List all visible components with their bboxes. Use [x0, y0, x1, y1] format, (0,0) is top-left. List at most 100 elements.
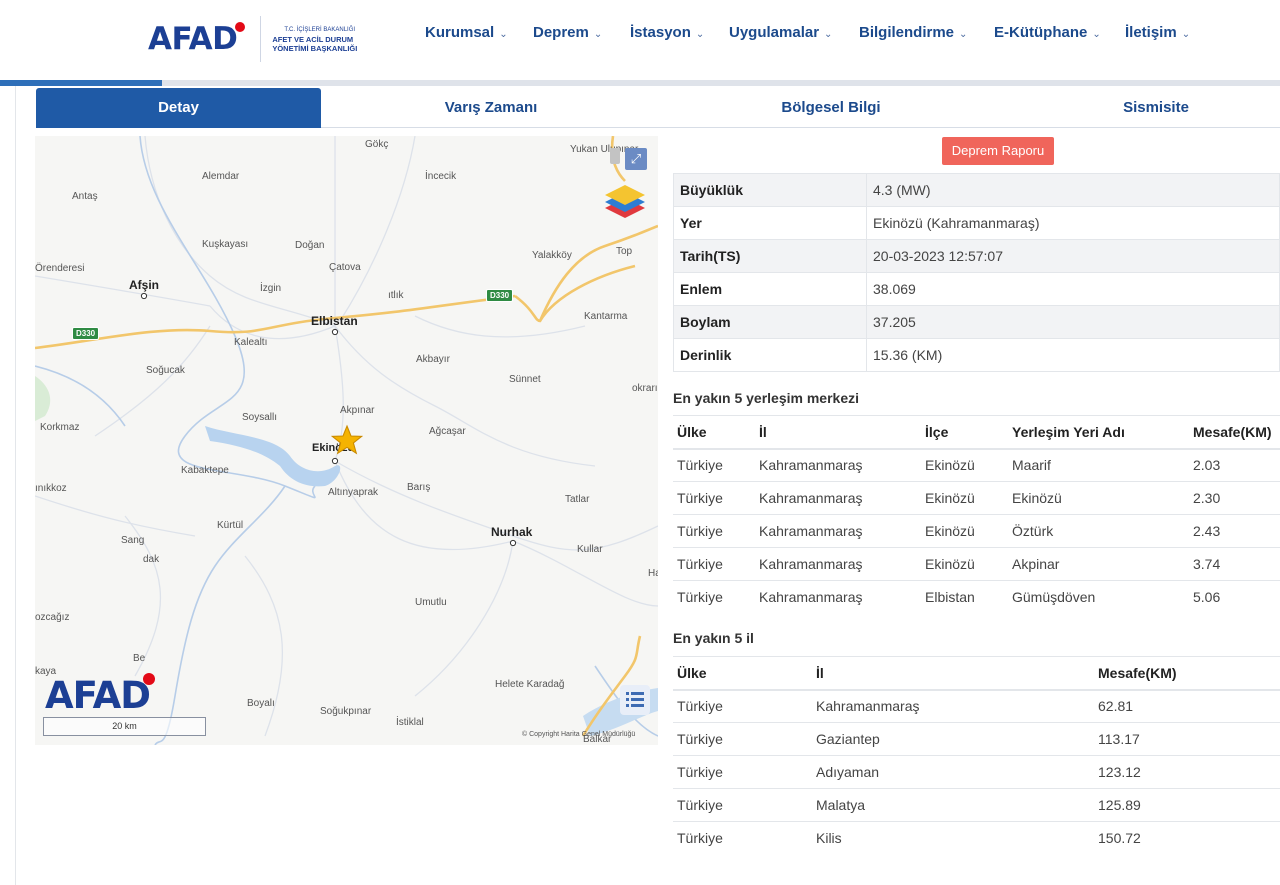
- table-cell: Kahramanmaraş: [755, 481, 921, 515]
- layers-icon[interactable]: [602, 182, 648, 224]
- site-header: AFAD T.C. İÇİŞLERİ BAKANLIĞI AFET VE ACİ…: [0, 0, 1280, 80]
- table-cell: 3.74: [1189, 547, 1280, 581]
- map-control-handle[interactable]: [610, 148, 620, 164]
- nav-item-e-kutuphane[interactable]: E-Kütüphane ⌄: [994, 24, 1101, 41]
- detail-row: Yer Ekinözü (Kahramanmaraş): [673, 206, 1280, 240]
- road-badge-d330: D330: [486, 289, 514, 302]
- table-row: Türkiye Kahramanmaraş Ekinözü Öztürk 2.43: [673, 514, 1280, 548]
- deprem-raporu-button[interactable]: Deprem Raporu: [942, 137, 1054, 165]
- nearest-settlements-table: Ülke İl İlçe Yerleşim Yeri Adı Mesafe(KM…: [673, 415, 1280, 614]
- table-cell: 150.72: [1094, 821, 1280, 855]
- table-cell: 2.30: [1189, 481, 1280, 515]
- nav-item-deprem[interactable]: Deprem ⌄: [533, 24, 602, 41]
- table-cell: Türkiye: [673, 481, 755, 515]
- table-cell: 113.17: [1094, 722, 1280, 756]
- table-cell: Ekinözü: [1008, 481, 1189, 515]
- map-scale-bar: 20 km: [43, 717, 206, 736]
- table-cell: Türkiye: [673, 448, 755, 482]
- detail-key: Yer: [673, 206, 867, 240]
- detail-key: Derinlik: [673, 338, 867, 372]
- table-cell: Malatya: [812, 788, 1094, 822]
- nav-label: Deprem: [533, 24, 589, 41]
- table-header-row: Ülke İl İlçe Yerleşim Yeri Adı Mesafe(KM…: [673, 415, 1280, 450]
- detail-row: Derinlik 15.36 (KM): [673, 338, 1280, 372]
- column-header: İl: [812, 656, 1094, 691]
- table-cell: Gümüşdöven: [1008, 580, 1189, 614]
- nav-item-istasyon[interactable]: İstasyon ⌄: [630, 24, 704, 41]
- table-cell: Türkiye: [673, 788, 812, 822]
- table-cell: 2.03: [1189, 448, 1280, 482]
- table-row: Türkiye Kahramanmaraş Ekinözü Maarif 2.03: [673, 448, 1280, 482]
- detail-value: 38.069: [866, 272, 1280, 306]
- tab-sismisite[interactable]: Sismisite: [1096, 88, 1216, 128]
- table-cell: 5.06: [1189, 580, 1280, 614]
- detail-row: Tarih(TS) 20-03-2023 12:57:07: [673, 239, 1280, 273]
- table-row: Türkiye Kilis 150.72: [673, 821, 1280, 855]
- table-cell: Ekinözü: [921, 481, 1008, 515]
- detail-tabs: Detay Varış Zamanı Bölgesel Bilgi Sismis…: [36, 88, 1280, 128]
- nav-label: Uygulamalar: [729, 24, 820, 41]
- table-cell: Kahramanmaraş: [755, 514, 921, 548]
- map-copyright: © Copyright Harita Genel Müdürlüğü: [522, 731, 636, 738]
- table-cell: Ekinözü: [921, 547, 1008, 581]
- detail-value: 4.3 (MW): [866, 173, 1280, 207]
- chevron-down-icon: ⌄: [824, 29, 833, 40]
- table-row: Türkiye Kahramanmaraş 62.81: [673, 689, 1280, 723]
- map-afad-watermark: AFAD: [45, 674, 151, 717]
- detail-key: Boylam: [673, 305, 867, 339]
- tab-detay[interactable]: Detay: [36, 88, 321, 128]
- legend-list-icon[interactable]: [620, 685, 650, 715]
- detail-value: 20-03-2023 12:57:07: [866, 239, 1280, 273]
- town-marker-afsin: [140, 292, 148, 300]
- nav-label: İletişim: [1125, 24, 1177, 41]
- table-cell: Gaziantep: [812, 722, 1094, 756]
- table-cell: 123.12: [1094, 755, 1280, 789]
- table-row: Türkiye Gaziantep 113.17: [673, 722, 1280, 756]
- detail-value: 37.205: [866, 305, 1280, 339]
- table-cell: Akpinar: [1008, 547, 1189, 581]
- header-accent-bar: [0, 80, 162, 86]
- table-cell: Türkiye: [673, 514, 755, 548]
- chevron-down-icon: ⌄: [959, 29, 968, 40]
- table-row: Türkiye Malatya 125.89: [673, 788, 1280, 822]
- table-header-row: Ülke İl Mesafe(KM): [673, 656, 1280, 691]
- tab-varis-zamani[interactable]: Varış Zamanı: [376, 88, 606, 128]
- nav-label: Bilgilendirme: [859, 24, 955, 41]
- fullscreen-icon[interactable]: ⤢: [625, 148, 647, 170]
- column-header: Mesafe(KM): [1094, 656, 1280, 691]
- detail-value: 15.36 (KM): [866, 338, 1280, 372]
- nav-item-bilgilendirme[interactable]: Bilgilendirme ⌄: [859, 24, 967, 41]
- header-divider: [0, 80, 1280, 86]
- table-cell: Türkiye: [673, 547, 755, 581]
- earthquake-details-table: Büyüklük 4.3 (MW) Yer Ekinözü (Kahramanmar…: [673, 173, 1280, 372]
- table-cell: Ekinözü: [921, 448, 1008, 482]
- nav-item-uygulamalar[interactable]: Uygulamalar ⌄: [729, 24, 832, 41]
- nav-label: İstasyon: [630, 24, 691, 41]
- table-cell: Türkiye: [673, 755, 812, 789]
- nearest-provinces-table: Ülke İl Mesafe(KM) Türkiye Kahramanmaraş 6…: [673, 656, 1280, 855]
- nav-item-kurumsal[interactable]: Kurumsal ⌄: [425, 24, 508, 41]
- afad-logo[interactable]: AFAD T.C. İÇİŞLERİ BAKANLIĞI AFET VE ACİ…: [148, 14, 357, 64]
- logo-sub-line-1: T.C. İÇİŞLERİ BAKANLIĞI: [284, 26, 356, 33]
- table-cell: 62.81: [1094, 689, 1280, 723]
- table-cell: 125.89: [1094, 788, 1280, 822]
- chevron-down-icon: ⌄: [695, 29, 705, 40]
- table-row: Türkiye Kahramanmaraş Ekinözü Akpinar 3.74: [673, 547, 1280, 581]
- chevron-down-icon: ⌄: [1181, 29, 1191, 40]
- table-cell: Öztürk: [1008, 514, 1189, 548]
- logo-wordmark: AFAD: [148, 21, 238, 57]
- nav-item-iletisim[interactable]: İletişim ⌄: [1125, 24, 1190, 41]
- table-row: Türkiye Kahramanmaraş Ekinözü Ekinözü 2.30: [673, 481, 1280, 515]
- column-header: Ülke: [673, 415, 755, 450]
- detail-row: Boylam 37.205: [673, 305, 1280, 339]
- table-cell: Adıyaman: [812, 755, 1094, 789]
- detail-key: Tarih(TS): [673, 239, 867, 273]
- nav-label: Kurumsal: [425, 24, 495, 41]
- table-cell: 2.43: [1189, 514, 1280, 548]
- epicenter-star-icon[interactable]: [331, 424, 363, 456]
- table-cell: Maarif: [1008, 448, 1189, 482]
- tab-bolgesel-bilgi[interactable]: Bölgesel Bilgi: [726, 88, 936, 128]
- earthquake-map[interactable]: Gökç İncecik Yukan Ulupınar Alemdar Anta…: [35, 136, 658, 745]
- chevron-down-icon: ⌄: [593, 29, 603, 40]
- town-marker-nurhak: [509, 539, 517, 547]
